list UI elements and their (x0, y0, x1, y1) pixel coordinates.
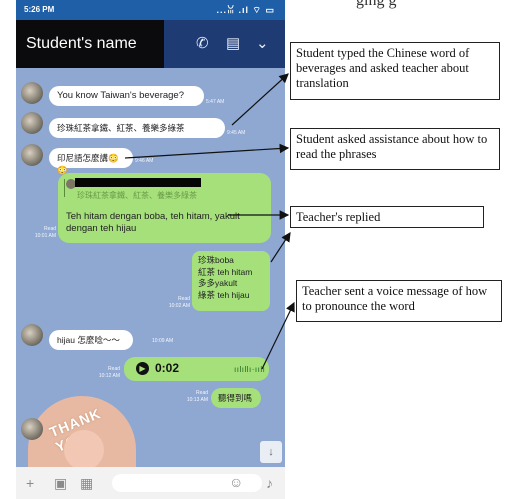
arrow-4 (261, 301, 295, 370)
arrow-2 (124, 143, 290, 159)
arrow-1 (231, 73, 289, 126)
arrow-3b (270, 231, 291, 263)
callout-arrows (124, 73, 295, 370)
